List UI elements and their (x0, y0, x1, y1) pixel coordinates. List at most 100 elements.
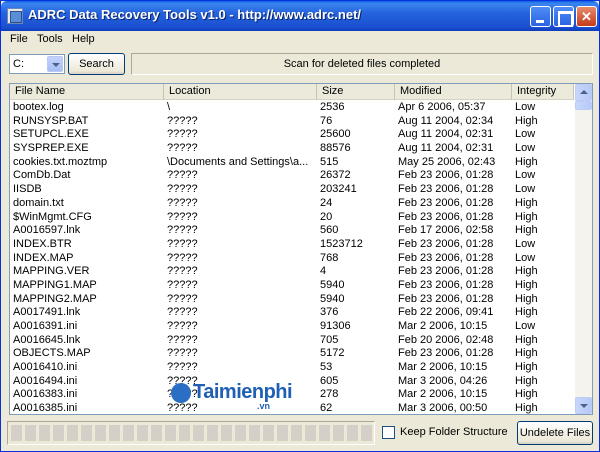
cell-size: 20 (320, 210, 333, 223)
cell-modified: Feb 23 2006, 01:28 (398, 292, 494, 305)
table-row[interactable]: bootex.log \ 2536 Apr 6 2006, 05:37 Low (10, 101, 574, 115)
cell-modified: Mar 2 2006, 10:15 (398, 388, 488, 401)
progress-segment (11, 425, 22, 441)
cell-size: 5172 (320, 347, 345, 360)
table-row[interactable]: RUNSYSP.BAT????? 76 Aug 11 2004, 02:34 High (10, 115, 574, 129)
cell-size: 203241 (320, 183, 357, 196)
menu-file[interactable]: File (10, 33, 28, 45)
table-row[interactable]: INDEX.BTR????? 1523712 Feb 23 2006, 01:28 L… (10, 238, 574, 252)
cell-location: ????? (167, 183, 198, 196)
table-row[interactable]: cookies.txt.moztmp \Documents and Setting… (10, 156, 574, 170)
scroll-up-button[interactable] (575, 84, 592, 101)
table-row[interactable]: A0017491.lnk????? 376 Feb 22 2006, 09:41 Hi… (10, 306, 574, 320)
progress-segment (291, 425, 302, 441)
cell-integrity: High (515, 388, 538, 401)
table-row[interactable]: MAPPING2.MAP????? 5940 Feb 23 2006, 01:28 H… (10, 293, 574, 307)
cell-integrity: High (515, 347, 538, 360)
cell-location: ????? (167, 237, 198, 250)
maximize-button[interactable] (553, 6, 574, 27)
search-button[interactable]: Search (68, 53, 125, 75)
cell-modified: Feb 23 2006, 01:28 (398, 237, 494, 250)
file-list[interactable]: File Name Location Size Modified Integri… (9, 83, 593, 415)
table-row[interactable]: OBJECTS.MAP????? 5172 Feb 23 2006, 01:28 Hi… (10, 347, 574, 361)
cell-size: 1523712 (320, 237, 363, 250)
cell-size: 560 (320, 224, 339, 237)
drive-value: C: (13, 58, 24, 70)
cell-location: ????? (167, 320, 198, 332)
column-header-integrity[interactable]: Integrity (512, 84, 574, 100)
table-row[interactable]: $WinMgmt.CFG????? 20 Feb 23 2006, 01:28 Hig… (10, 211, 574, 225)
cell-size: 25600 (320, 128, 351, 141)
table-row[interactable]: ComDb.Dat????? 26372 Feb 23 2006, 01:28 Low (10, 169, 574, 183)
list-header: File Name Location Size Modified Integri… (10, 84, 574, 100)
cell-size: 705 (320, 333, 339, 346)
progress-segment (305, 425, 316, 441)
progress-segment (347, 425, 358, 441)
cell-modified: Mar 3 2006, 04:26 (398, 374, 488, 387)
cell-file-name: A0016410.ini (13, 361, 78, 374)
column-header-location[interactable]: Location (164, 84, 317, 100)
progress-bar (7, 421, 375, 445)
table-row[interactable]: MAPPING.VER????? 4 Feb 23 2006, 01:28 High (10, 265, 574, 279)
minimize-button[interactable] (530, 6, 551, 27)
list-rows: bootex.log \ 2536 Apr 6 2006, 05:37 Low RUNSY… (10, 101, 574, 415)
progress-segment (319, 425, 330, 441)
table-row[interactable]: domain.txt????? 24 Feb 23 2006, 01:28 High (10, 197, 574, 211)
cell-integrity: High (515, 155, 538, 168)
table-row[interactable]: SYSPREP.EXE????? 88576 Aug 11 2004, 02:31 L… (10, 142, 574, 156)
keep-folder-label: Keep Folder Structure (400, 426, 508, 438)
table-row[interactable]: A0016385.ini????? 62 Mar 3 2006, 00:50 High (10, 402, 574, 415)
column-header-file-name[interactable]: File Name (10, 84, 164, 100)
cell-size: 278 (320, 388, 339, 401)
close-button[interactable] (576, 6, 597, 27)
cell-modified: Mar 2 2006, 10:15 (398, 361, 488, 374)
progress-segment (137, 425, 148, 441)
title-bar[interactable]: ADRC Data Recovery Tools v1.0 - http://w… (1, 1, 599, 31)
cell-size: 88576 (320, 142, 351, 155)
cell-integrity: High (515, 361, 538, 374)
table-row[interactable]: A0016645.lnk????? 705 Feb 20 2006, 02:48 Hi… (10, 334, 574, 348)
vertical-scrollbar[interactable] (575, 84, 592, 414)
cell-integrity: Low (515, 128, 536, 141)
cell-location: ????? (167, 210, 198, 223)
cell-file-name: OBJECTS.MAP (13, 347, 91, 360)
keep-folder-checkbox[interactable] (382, 426, 395, 439)
cell-modified: Feb 23 2006, 01:28 (398, 278, 494, 291)
undelete-button[interactable]: Undelete Files (517, 421, 593, 445)
cell-size: 605 (320, 374, 339, 387)
cell-modified: Aug 11 2004, 02:31 (398, 142, 494, 155)
cell-integrity: Low (515, 320, 536, 332)
chevron-down-icon[interactable] (47, 56, 63, 72)
table-row[interactable]: IISDB????? 203241 Feb 23 2006, 01:28 Low (10, 183, 574, 197)
cell-size: 91306 (320, 320, 351, 332)
progress-segment (207, 425, 218, 441)
cell-location: ????? (167, 347, 198, 360)
cell-file-name: $WinMgmt.CFG (13, 210, 92, 223)
cell-modified: Mar 3 2006, 00:50 (398, 402, 488, 415)
progress-segment (165, 425, 176, 441)
table-row[interactable]: SETUPCL.EXE????? 25600 Aug 11 2004, 02:31 L… (10, 128, 574, 142)
cell-integrity: High (515, 265, 538, 278)
cell-location: ????? (167, 251, 198, 264)
table-row[interactable]: A0016410.ini????? 53 Mar 2 2006, 10:15 High (10, 361, 574, 375)
cell-modified: Apr 6 2006, 05:37 (398, 101, 486, 113)
drive-select[interactable]: C: (9, 54, 65, 74)
scroll-down-button[interactable] (575, 397, 592, 414)
cell-file-name: INDEX.MAP (13, 251, 74, 264)
table-row[interactable]: A0016391.ini????? 91306 Mar 2 2006, 10:15 L… (10, 320, 574, 334)
cell-integrity: High (515, 224, 538, 237)
table-row[interactable]: INDEX.MAP????? 768 Feb 23 2006, 01:28 Low (10, 252, 574, 266)
menu-tools[interactable]: Tools (37, 33, 63, 45)
table-row[interactable]: MAPPING1.MAP????? 5940 Feb 23 2006, 01:28 H… (10, 279, 574, 293)
column-header-size[interactable]: Size (317, 84, 395, 100)
cell-integrity: High (515, 114, 538, 127)
cell-modified: Feb 23 2006, 01:28 (398, 169, 494, 182)
menu-help[interactable]: Help (72, 33, 95, 45)
column-header-modified[interactable]: Modified (395, 84, 512, 100)
cell-location: ????? (167, 114, 198, 127)
cell-integrity: Low (515, 183, 536, 196)
app-window: ADRC Data Recovery Tools v1.0 - http://w… (0, 0, 600, 452)
table-row[interactable]: A0016597.lnk????? 560 Feb 17 2006, 02:58 Hi… (10, 224, 574, 238)
scroll-thumb[interactable] (575, 101, 592, 110)
progress-segment (333, 425, 344, 441)
